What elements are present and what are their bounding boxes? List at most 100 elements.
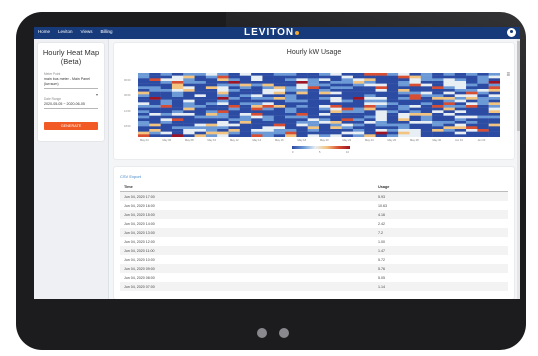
heatmap-cell	[307, 99, 320, 103]
heatmap-cell	[364, 126, 376, 130]
heatmap-cell	[375, 83, 388, 87]
nav-item-billing[interactable]: Billing	[100, 29, 112, 34]
heatmap-cell	[364, 91, 376, 95]
heatmap-cell	[160, 107, 173, 111]
heatmap-cell	[228, 110, 241, 114]
scrollbar-thumb[interactable]	[517, 41, 520, 131]
heatmap-cell	[307, 81, 320, 84]
heatmap-cell	[466, 97, 478, 100]
heatmap-cell	[420, 110, 433, 114]
heatmap-cell	[273, 78, 286, 82]
heatmap-cell	[454, 78, 467, 82]
heatmap-cell	[251, 115, 263, 119]
heatmap-cell	[217, 97, 229, 100]
heatmap-cell	[307, 91, 320, 95]
heatmap-cell	[205, 78, 218, 82]
heatmap-cell	[171, 131, 184, 135]
heatmap-cell	[194, 123, 207, 127]
heatmap-cell	[398, 73, 410, 76]
user-account-icon[interactable]	[507, 28, 516, 37]
heatmap-cell	[183, 131, 195, 135]
cell-time: Jun 04, 2020 08:00	[124, 275, 155, 280]
heatmap-cell	[443, 83, 455, 87]
heatmap-cell	[488, 121, 500, 124]
heatmap-cell	[319, 118, 331, 122]
cell-time: Jun 04, 2020 15:00	[124, 212, 155, 217]
heatmap-cell	[409, 97, 422, 100]
heatmap-cell	[183, 78, 195, 82]
heatmap-cell	[398, 121, 410, 124]
heatmap-cell	[409, 113, 422, 116]
heatmap-cell	[239, 99, 252, 103]
menu-icon[interactable]: ≡	[506, 72, 510, 78]
heatmap-cell	[352, 126, 365, 130]
heatmap-cell	[488, 97, 500, 100]
heatmap-cell	[330, 99, 342, 103]
cell-usage: 2.42	[378, 221, 385, 226]
heatmap-cell	[454, 97, 467, 100]
heatmap-cell	[375, 102, 388, 106]
heatmap-cell	[228, 91, 241, 95]
heatmap-cell	[217, 89, 229, 92]
heatmap-cell	[205, 129, 218, 132]
meter-point-select[interactable]: main bus meter - Main Panel (kw:sum)	[44, 77, 94, 86]
heatmap-cell	[228, 118, 241, 122]
heatmap-cell	[194, 129, 207, 132]
heatmap-cell	[138, 78, 150, 82]
heatmap-cell	[262, 121, 274, 124]
heatmap-cell	[183, 75, 195, 79]
heatmap-cell	[205, 83, 218, 87]
heatmap-cell	[251, 78, 263, 82]
y-tick: 12:00	[124, 110, 131, 113]
heatmap-cell	[183, 126, 195, 130]
heatmap-cell	[386, 129, 399, 132]
heatmap-cell	[285, 81, 297, 84]
heatmap-cell	[466, 134, 478, 137]
nav-item-home[interactable]: Home	[38, 29, 50, 34]
heatmap-cell	[183, 110, 195, 114]
column-header-usage[interactable]: Usage	[378, 185, 389, 189]
heatmap-cell	[477, 134, 489, 137]
heatmap-cell	[262, 102, 274, 106]
heatmap-cell	[149, 105, 161, 108]
heatmap-cell	[273, 126, 286, 130]
chevron-down-icon[interactable]: ▾	[96, 92, 98, 97]
column-header-time[interactable]: Time	[124, 185, 133, 189]
heatmap-cell	[194, 113, 207, 116]
heatmap-cell	[262, 123, 274, 127]
heatmap-cell	[364, 89, 376, 92]
heatmap-cell	[205, 110, 218, 114]
heatmap-cell	[262, 81, 274, 84]
heatmap-cell	[319, 115, 331, 119]
heatmap-cell	[262, 129, 274, 132]
heatmap-cell	[319, 110, 331, 114]
heatmap-cell	[352, 73, 365, 76]
heatmap-cell	[296, 105, 308, 108]
heatmap-cell	[296, 99, 308, 103]
cell-time: Jun 04, 2020 17:00	[124, 194, 155, 199]
heatmap-cell	[477, 83, 489, 87]
heatmap-cell	[149, 107, 161, 111]
heatmap-cell	[239, 107, 252, 111]
nav-item-views[interactable]: Views	[81, 29, 93, 34]
generate-button[interactable]: GENERATE	[44, 122, 98, 130]
heatmap-cell	[183, 89, 195, 92]
heatmap-cell	[454, 102, 467, 106]
table-row: Jun 04, 2020 08:00 5.05	[120, 273, 508, 282]
heatmap-cell	[217, 78, 229, 82]
heatmap-cell	[160, 121, 173, 124]
heatmap-cell	[454, 131, 467, 135]
nav-item-leviton[interactable]: Leviton	[58, 29, 73, 34]
heatmap-cell	[285, 131, 297, 135]
heatmap-cell	[194, 105, 207, 108]
date-range-input[interactable]: 2020-05-05 ~ 2020-06-05	[44, 102, 85, 107]
heatmap-cell	[273, 115, 286, 119]
heatmap-cell	[488, 81, 500, 84]
heatmap-cell	[386, 115, 399, 119]
heatmap-cell	[454, 113, 467, 116]
csv-export-link[interactable]: CSV Export	[120, 174, 141, 179]
heatmap-cell	[330, 83, 342, 87]
heatmap-cell	[205, 73, 218, 76]
heatmap-cell	[296, 123, 308, 127]
heatmap-cell	[432, 73, 444, 76]
